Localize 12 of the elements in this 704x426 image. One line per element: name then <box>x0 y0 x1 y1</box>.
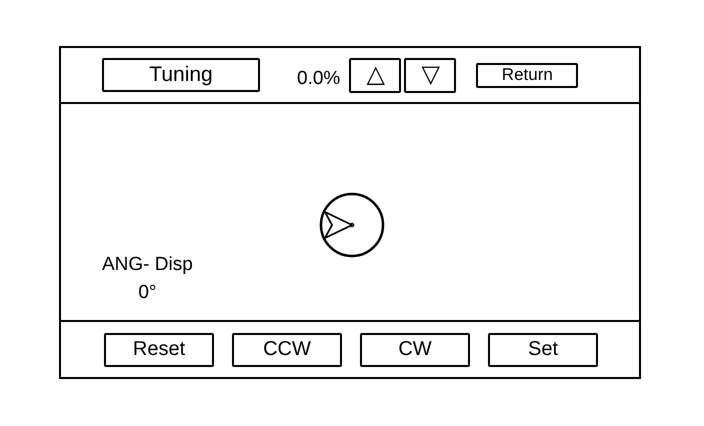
angle-label: ANG- Disp <box>102 254 193 276</box>
function-button[interactable]: CW <box>360 332 470 366</box>
function-button[interactable]: Set <box>488 332 598 366</box>
angle-value: 0° <box>138 282 156 304</box>
function-button[interactable]: Reset <box>104 332 214 366</box>
up-button[interactable]: △ <box>349 58 402 92</box>
tuning-button[interactable]: Tuning <box>102 58 260 92</box>
down-button[interactable]: ▽ <box>404 58 456 92</box>
dial-drawing <box>317 190 387 260</box>
function-button[interactable]: CCW <box>232 332 342 366</box>
percent-readout: 0.0% <box>297 68 340 90</box>
return-button[interactable]: Return <box>476 62 578 88</box>
